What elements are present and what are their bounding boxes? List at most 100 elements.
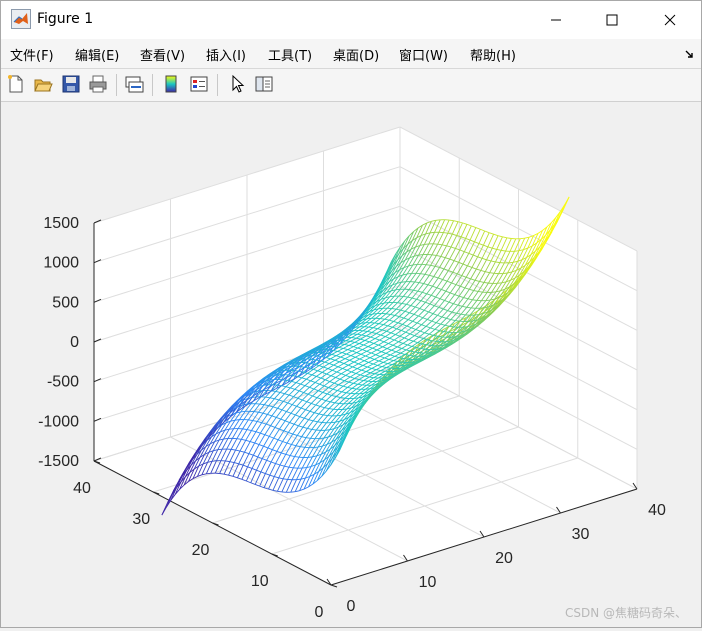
mesh-line bbox=[515, 251, 519, 252]
mesh-line bbox=[383, 377, 387, 378]
menu-view[interactable]: 查看(V) bbox=[140, 45, 185, 64]
dock-arrow-icon[interactable] bbox=[685, 49, 695, 59]
x-tick-label: 30 bbox=[572, 526, 590, 543]
mesh-line bbox=[396, 289, 400, 290]
mesh-line bbox=[367, 318, 371, 319]
mesh-plot-3d[interactable]: 010203040010203040150010005000-500-1000-… bbox=[1, 102, 701, 627]
mesh-line bbox=[373, 314, 377, 315]
mesh-line bbox=[520, 238, 524, 239]
menu-edit[interactable]: 编辑(E) bbox=[75, 45, 119, 64]
menu-help[interactable]: 帮助(H) bbox=[470, 45, 516, 64]
y-tick-label: 10 bbox=[251, 573, 269, 590]
title-bar[interactable]: Figure 1 bbox=[1, 1, 701, 39]
mesh-line bbox=[241, 411, 245, 412]
edit-plot-button[interactable] bbox=[225, 72, 249, 96]
toolbar-separator bbox=[152, 74, 153, 96]
maximize-icon bbox=[606, 14, 618, 26]
mesh-line bbox=[319, 438, 323, 439]
menu-tools[interactable]: 工具(T) bbox=[268, 45, 312, 64]
mesh-line bbox=[446, 341, 450, 342]
mesh-line bbox=[218, 449, 222, 450]
x-tick-label: 40 bbox=[648, 502, 666, 519]
mesh-line bbox=[308, 457, 312, 458]
mesh-line bbox=[469, 321, 473, 322]
figure-canvas: 010203040010203040150010005000-500-1000-… bbox=[1, 102, 701, 627]
z-tick-label: -1500 bbox=[38, 453, 79, 470]
mesh-line bbox=[206, 473, 210, 474]
mesh-line bbox=[486, 300, 490, 301]
new-figure-icon bbox=[6, 74, 26, 94]
property-editor-button[interactable] bbox=[252, 72, 276, 96]
mesh-line bbox=[337, 415, 341, 416]
mesh-line bbox=[411, 362, 415, 363]
mesh-line bbox=[474, 315, 478, 316]
mesh-line bbox=[377, 381, 381, 382]
mesh-line bbox=[423, 356, 427, 357]
mesh-line bbox=[212, 461, 216, 462]
mesh-line bbox=[355, 327, 359, 328]
x-tick-label: 0 bbox=[347, 598, 356, 615]
window-title: Figure 1 bbox=[37, 11, 93, 27]
mesh-line bbox=[229, 429, 233, 430]
menu-bar: 文件(F) 编辑(E) 查看(V) 插入(I) 工具(T) 桌面(D) 窗口(W… bbox=[1, 39, 701, 69]
y-tick-label: 0 bbox=[315, 604, 324, 621]
z-tick-label: 500 bbox=[52, 294, 79, 311]
new-figure-button[interactable] bbox=[4, 72, 28, 96]
mesh-line bbox=[235, 420, 239, 421]
close-button[interactable] bbox=[647, 1, 693, 39]
figure-window: Figure 1 文件(F) 编辑(E) 查看(V) 插入(I) 工具(T) 桌… bbox=[0, 0, 702, 628]
mesh-line bbox=[492, 292, 496, 293]
open-file-button[interactable] bbox=[31, 72, 55, 96]
mesh-line bbox=[565, 197, 569, 205]
toolbar-separator bbox=[116, 74, 117, 96]
y-tick-label: 30 bbox=[132, 511, 150, 528]
insert-colorbar-button[interactable] bbox=[159, 72, 183, 96]
mesh-line bbox=[291, 492, 295, 493]
menu-window[interactable]: 窗口(W) bbox=[399, 45, 448, 64]
mesh-line bbox=[407, 273, 411, 274]
property-editor-icon bbox=[254, 74, 274, 94]
mesh-line bbox=[348, 403, 352, 404]
mesh-line bbox=[325, 430, 329, 431]
insert-colorbar-icon bbox=[161, 74, 181, 94]
mesh-line bbox=[394, 371, 398, 372]
matlab-logo-icon bbox=[11, 9, 31, 29]
menu-insert[interactable]: 插入(I) bbox=[206, 45, 246, 64]
mesh-line bbox=[413, 264, 417, 265]
mesh-line bbox=[388, 374, 392, 375]
mesh-line bbox=[296, 479, 300, 480]
menu-file[interactable]: 文件(F) bbox=[10, 45, 54, 64]
menu-desktop[interactable]: 桌面(D) bbox=[333, 45, 379, 64]
watermark-text: CSDN @焦糖码奇朵、 bbox=[565, 604, 687, 621]
z-tick-label: -1000 bbox=[38, 413, 79, 430]
mesh-line bbox=[365, 389, 369, 390]
mesh-line bbox=[390, 296, 394, 297]
mesh-line bbox=[424, 244, 428, 245]
link-plot-icon bbox=[124, 74, 144, 94]
maximize-button[interactable] bbox=[589, 1, 635, 39]
mesh-line bbox=[400, 368, 404, 369]
z-tick-label: 0 bbox=[70, 334, 79, 351]
mesh-line bbox=[354, 398, 358, 399]
mesh-line bbox=[302, 468, 306, 469]
toolbar-separator bbox=[217, 74, 218, 96]
insert-legend-button[interactable] bbox=[187, 72, 211, 96]
mesh-line bbox=[451, 337, 455, 338]
y-tick-mark bbox=[331, 585, 337, 587]
save-button[interactable] bbox=[59, 72, 83, 96]
z-tick-label: -500 bbox=[47, 374, 79, 391]
z-tick-label: 1000 bbox=[43, 255, 79, 272]
link-plot-button[interactable] bbox=[122, 72, 146, 96]
mesh-line bbox=[401, 282, 405, 283]
y-tick-label: 40 bbox=[73, 480, 91, 497]
mesh-line bbox=[371, 385, 375, 386]
mesh-line bbox=[417, 359, 421, 360]
print-button[interactable] bbox=[86, 72, 110, 96]
mesh-line bbox=[378, 308, 382, 309]
mesh-line bbox=[405, 365, 409, 366]
insert-legend-icon bbox=[189, 74, 209, 94]
mesh-line bbox=[419, 255, 423, 256]
mesh-line bbox=[430, 232, 434, 233]
minimize-button[interactable] bbox=[533, 1, 579, 39]
mesh-line bbox=[503, 273, 507, 274]
